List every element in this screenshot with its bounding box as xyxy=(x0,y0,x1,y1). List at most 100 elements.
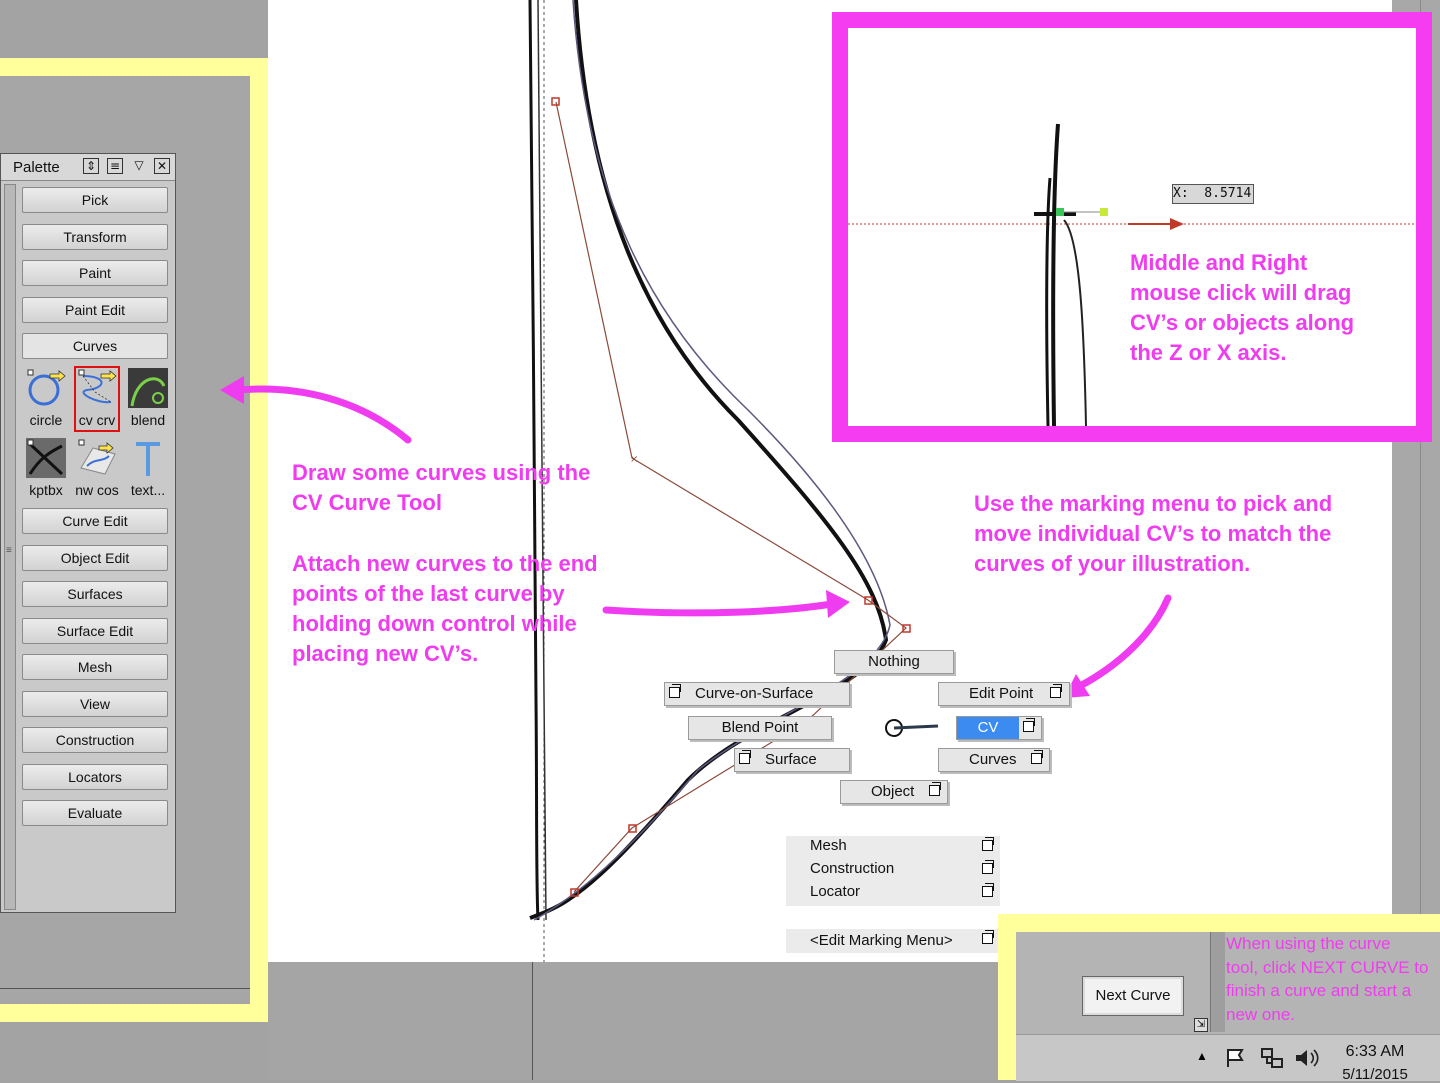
marking-menu-object[interactable]: Object xyxy=(840,780,948,804)
scroll-grip-icon: ≡ xyxy=(6,545,12,556)
marking-menu-blend-point[interactable]: Blend Point xyxy=(688,716,832,740)
option-box-icon[interactable] xyxy=(982,860,994,874)
circle-icon xyxy=(27,369,66,406)
tool-label: text... xyxy=(130,482,166,498)
menu-label: Surface xyxy=(765,751,817,768)
resize-icon[interactable]: ⇕ xyxy=(83,158,99,174)
chevron-down-icon[interactable]: ▽ xyxy=(131,158,147,174)
panel-scrollbar[interactable] xyxy=(1210,932,1225,1032)
note-line: holding down control while xyxy=(292,611,577,636)
palette-button-evaluate[interactable]: Evaluate xyxy=(22,800,168,826)
tool-text[interactable]: text... xyxy=(124,436,172,498)
palette-title-bar: Palette ⇕ ≡ ▽ ✕ xyxy=(1,154,175,181)
menu-label: <Edit Marking Menu> xyxy=(810,932,953,949)
edit-marking-menu[interactable]: <Edit Marking Menu> xyxy=(786,929,1000,953)
marking-menu-curve-on-surface[interactable]: Curve-on-Surface xyxy=(664,682,850,706)
volume-icon[interactable] xyxy=(1294,1047,1320,1069)
submenu-item-mesh[interactable]: Mesh xyxy=(810,837,847,854)
tool-cv-curve[interactable]: cv crv xyxy=(73,366,121,432)
tool-new-cos[interactable]: nw cos xyxy=(73,436,121,498)
note-line: mouse click will drag xyxy=(1130,280,1352,305)
marking-menu-nothing[interactable]: Nothing xyxy=(834,650,954,674)
marking-menu-center-icon xyxy=(885,719,939,737)
marking-menu-submenu: Mesh Construction Locator xyxy=(786,836,1000,906)
inset-viewport: X: 8.5714 Middle and Right mouse click w… xyxy=(848,28,1416,426)
note-line: CV Curve Tool xyxy=(292,490,442,515)
tool-circle[interactable]: circle xyxy=(22,366,70,428)
palette-button-construction[interactable]: Construction xyxy=(22,727,168,753)
grid-line xyxy=(532,962,533,1080)
keypoint-toolbox-icon xyxy=(26,438,66,478)
palette-button-pick[interactable]: Pick xyxy=(22,187,168,213)
palette-button-mesh[interactable]: Mesh xyxy=(22,654,168,680)
submenu-item-locator[interactable]: Locator xyxy=(810,883,860,900)
palette-button-surfaces[interactable]: Surfaces xyxy=(22,581,168,607)
menu-label: Object xyxy=(871,783,915,800)
flag-icon[interactable] xyxy=(1224,1047,1246,1069)
palette-button-object-edit[interactable]: Object Edit xyxy=(22,545,168,571)
tool-palette: Palette ⇕ ≡ ▽ ✕ ≡ Pick Transform Paint P… xyxy=(0,153,176,913)
chevron-up-icon[interactable]: ▲ xyxy=(1196,1049,1208,1063)
menu-label-selected: CV xyxy=(957,717,1019,739)
menu-label: Curve-on-Surface xyxy=(695,685,814,702)
option-box-icon[interactable] xyxy=(982,837,994,851)
edit-option xyxy=(982,930,998,947)
palette-button-paint-edit[interactable]: Paint Edit xyxy=(22,297,168,323)
note-line: new one. xyxy=(1226,1004,1295,1024)
divider xyxy=(0,988,250,989)
note-line: the Z or X axis. xyxy=(1130,340,1287,365)
marking-menu-surface[interactable]: Surface xyxy=(734,748,850,772)
palette-tab-curves[interactable]: Curves xyxy=(22,333,168,359)
note-line: curves of your illustration. xyxy=(974,551,1251,576)
note-attach-curves: Attach new curves to the end points of t… xyxy=(292,549,632,669)
option-box-icon[interactable] xyxy=(1023,718,1035,732)
marking-menu-curves[interactable]: Curves xyxy=(938,748,1050,772)
note-line: points of the last curve by xyxy=(292,581,565,606)
next-curve-button[interactable]: Next Curve xyxy=(1082,976,1184,1016)
palette-scrollbar[interactable]: ≡ xyxy=(4,184,16,910)
note-line: Attach new curves to the end xyxy=(292,551,598,576)
submenu-option xyxy=(982,837,998,854)
text-icon xyxy=(136,442,160,476)
note-axis-drag: Middle and Right mouse click will drag C… xyxy=(1130,248,1410,368)
close-icon[interactable]: ✕ xyxy=(154,158,170,174)
note-line: Draw some curves using the xyxy=(292,460,591,485)
option-box-icon[interactable] xyxy=(929,782,941,796)
palette-button-view[interactable]: View xyxy=(22,691,168,717)
note-marking-menu: Use the marking menu to pick and move in… xyxy=(974,489,1374,579)
windows-taskbar: ▲ 6:33 AM 5/11/2015 xyxy=(1016,1034,1440,1083)
resize-corner-icon[interactable]: ⇲ xyxy=(1194,1018,1208,1032)
option-box-icon[interactable] xyxy=(1050,684,1062,698)
submenu-option xyxy=(982,883,998,900)
note-line: Use the marking menu to pick and xyxy=(974,491,1333,516)
new-cos-icon xyxy=(78,439,116,475)
clock-date[interactable]: 5/11/2015 xyxy=(1332,1066,1418,1083)
menu-label: Curves xyxy=(969,751,1017,768)
option-box-icon[interactable] xyxy=(982,883,994,897)
palette-button-locators[interactable]: Locators xyxy=(22,764,168,790)
menu-label: Edit Point xyxy=(969,685,1034,702)
tool-blend[interactable]: blend xyxy=(124,366,172,428)
palette-button-transform[interactable]: Transform xyxy=(22,224,168,250)
note-line: placing new CV’s. xyxy=(292,641,479,666)
note-next-curve: When using the curve tool, click NEXT CU… xyxy=(1226,932,1440,1026)
palette-title: Palette xyxy=(13,159,60,176)
marking-menu-edit-point[interactable]: Edit Point xyxy=(938,682,1070,706)
list-icon[interactable]: ≡ xyxy=(107,158,123,174)
cv-curve-icon xyxy=(78,369,117,404)
option-box-icon[interactable] xyxy=(1031,750,1043,764)
palette-button-surface-edit[interactable]: Surface Edit xyxy=(22,618,168,644)
palette-button-curve-edit[interactable]: Curve Edit xyxy=(22,508,168,534)
tool-keypoint-toolbox[interactable]: kptbx xyxy=(22,436,70,498)
note-draw-curves: Draw some curves using the CV Curve Tool xyxy=(292,458,632,518)
option-box-icon[interactable] xyxy=(982,930,994,944)
marking-menu-cv[interactable]: CV xyxy=(956,716,1042,740)
x-coordinate-readout: X: 8.5714 xyxy=(1172,184,1254,204)
submenu-item-construction[interactable]: Construction xyxy=(810,860,894,877)
network-icon[interactable] xyxy=(1260,1047,1284,1069)
clock-time[interactable]: 6:33 AM xyxy=(1332,1043,1418,1061)
option-box-icon[interactable] xyxy=(669,684,681,698)
note-line: finish a curve and start a xyxy=(1226,981,1412,1000)
option-box-icon[interactable] xyxy=(739,750,751,764)
palette-button-paint[interactable]: Paint xyxy=(22,260,168,286)
